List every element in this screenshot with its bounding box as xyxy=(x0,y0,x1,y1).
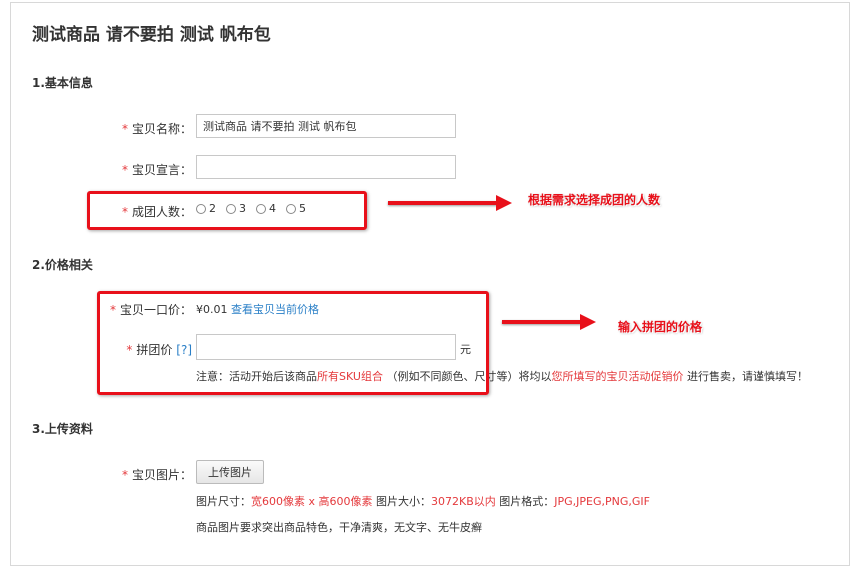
required-mark: * xyxy=(121,163,128,177)
section-basic-info: 1.基本信息 xyxy=(32,76,93,90)
annotation-note-group-price: 输入拼团的价格 xyxy=(618,320,703,334)
required-mark: * xyxy=(121,468,128,482)
annotation-arrow-icon xyxy=(502,314,596,330)
product-slogan-input[interactable] xyxy=(196,155,456,179)
image-requirement: 商品图片要求突出商品特色，干净清爽，无文字、无牛皮癣 xyxy=(196,521,482,534)
product-slogan-label: * 宝贝宣言： xyxy=(121,163,192,177)
product-image-label: * 宝贝图片： xyxy=(121,468,192,482)
required-mark: * xyxy=(121,122,128,136)
upload-image-button[interactable]: 上传图片 xyxy=(196,460,264,484)
annotation-note-group-size: 根据需求选择成团的人数 xyxy=(528,193,661,207)
section-price: 2.价格相关 xyxy=(32,258,93,272)
section-upload: 3.上传资料 xyxy=(32,422,93,436)
product-name-input[interactable] xyxy=(196,114,456,138)
annotation-box-group-size xyxy=(87,191,367,230)
product-name-label: * 宝贝名称： xyxy=(121,122,192,136)
image-spec: 图片尺寸：宽600像素 x 高600像素 图片大小：3072KB以内 图片格式：… xyxy=(196,495,650,508)
page-title: 测试商品 请不要拍 测试 帆布包 xyxy=(32,25,271,45)
annotation-arrow-icon xyxy=(388,195,512,211)
annotation-box-group-price xyxy=(97,291,489,395)
